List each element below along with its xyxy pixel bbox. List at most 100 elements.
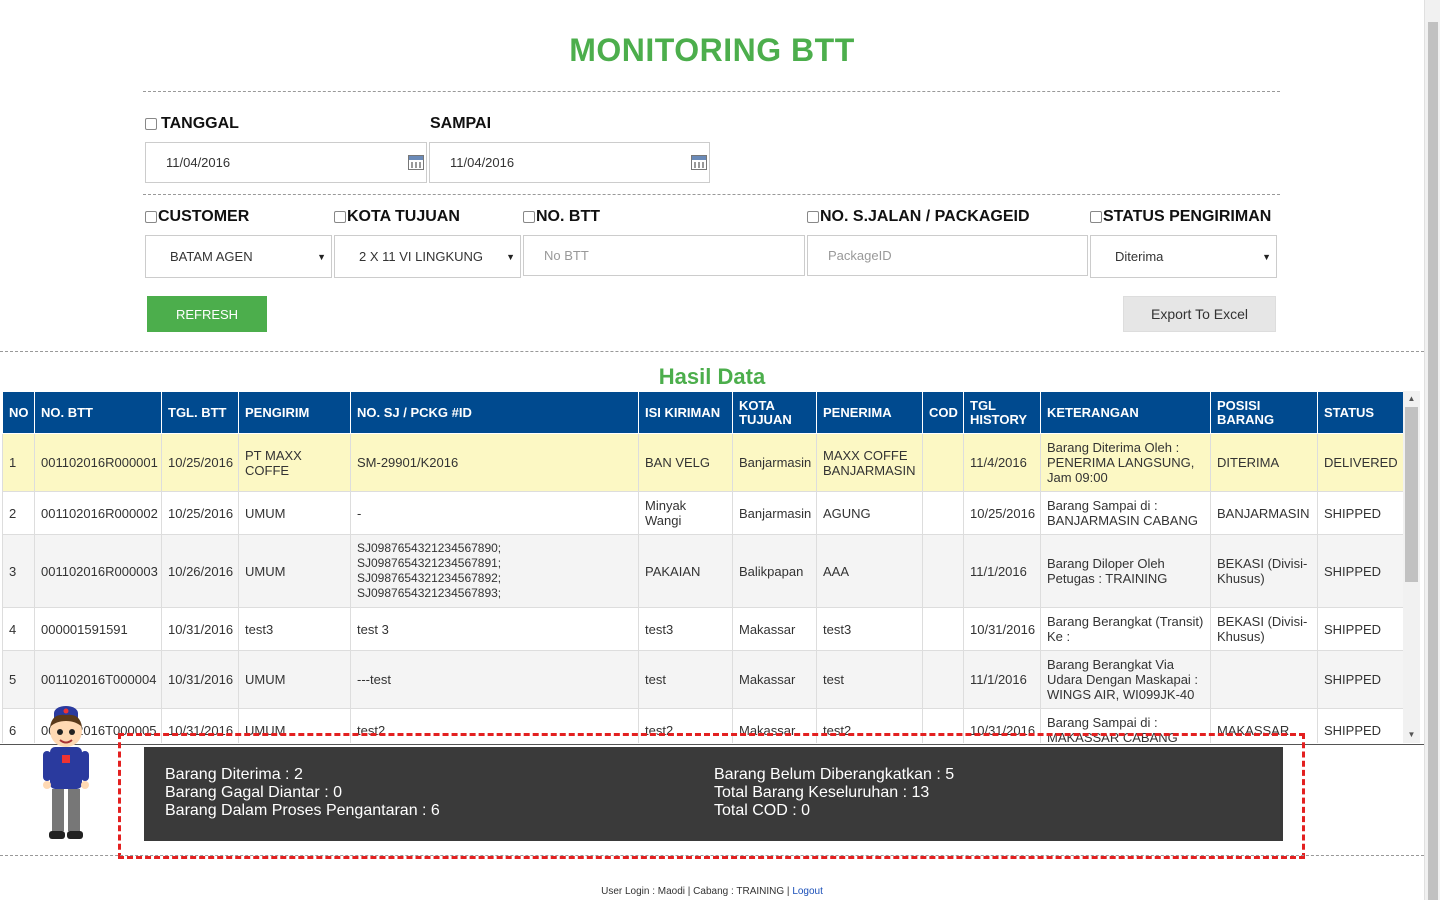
cell-kota: Banjarmasin xyxy=(732,433,817,492)
sjalan-checkbox[interactable] xyxy=(807,211,819,223)
status-select[interactable]: Diterima ▼ xyxy=(1090,235,1277,278)
table-row[interactable]: 2 001102016R000002 10/25/2016 UMUM - Minyak W… xyxy=(2,491,1404,535)
nobtt-label: NO. BTT xyxy=(536,208,600,225)
sampai-date-input[interactable]: 11/04/2016 xyxy=(429,142,710,183)
status-select-value: Diterima xyxy=(1115,249,1164,264)
cell-tglbtt: 10/26/2016 xyxy=(161,534,239,608)
cell-no: 6 xyxy=(2,708,35,743)
tanggal-checkbox[interactable] xyxy=(145,118,157,130)
table-scrollbar[interactable]: ▲ ▼ xyxy=(1403,391,1420,743)
kota-filter[interactable]: KOTA TUJUAN xyxy=(334,208,460,226)
table-row[interactable]: 3 001102016R000003 10/26/2016 UMUM SJ0987654… xyxy=(2,534,1404,608)
refresh-button[interactable]: REFRESH xyxy=(147,296,267,332)
calendar-icon[interactable] xyxy=(691,155,707,170)
cell-nosj: ---test xyxy=(350,650,639,709)
col-header-kota[interactable]: KOTA TUJUAN xyxy=(732,391,817,434)
col-header-tglhistory[interactable]: TGL HISTORY xyxy=(963,391,1041,434)
summary-total: Total Barang Keseluruhan : 13 xyxy=(714,784,930,801)
scroll-up-icon[interactable]: ▲ xyxy=(1403,391,1420,407)
nobtt-input[interactable]: No BTT xyxy=(523,235,805,276)
cell-status: SHIPPED xyxy=(1317,607,1404,651)
cell-posisi: BEKASI (Divisi-Khusus) xyxy=(1210,534,1318,608)
results-table-container[interactable]: NO NO. BTT TGL. BTT PENGIRIM NO. SJ / PC… xyxy=(2,391,1420,743)
col-header-nobtt[interactable]: NO. BTT xyxy=(34,391,162,434)
cell-cod xyxy=(922,433,964,492)
nobtt-checkbox[interactable] xyxy=(523,211,535,223)
table-header-row: NO NO. BTT TGL. BTT PENGIRIM NO. SJ / PC… xyxy=(2,391,1404,434)
kota-select[interactable]: 2 X 11 VI LINGKUNG ▼ xyxy=(334,235,521,278)
cell-no: 1 xyxy=(2,433,35,492)
table-row[interactable]: 1 001102016R000001 10/25/2016 PT MAXX COFFE… xyxy=(2,433,1404,492)
col-header-penerima[interactable]: PENERIMA xyxy=(816,391,923,434)
tanggal-filter[interactable]: TANGGAL xyxy=(145,115,239,133)
cell-no: 5 xyxy=(2,650,35,709)
export-excel-button[interactable]: Export To Excel xyxy=(1123,296,1276,332)
logout-link[interactable]: Logout xyxy=(792,886,823,897)
footer-user-info: User Login : Maodi | Cabang : TRAINING | xyxy=(601,886,790,897)
cell-kota: Makassar xyxy=(732,650,817,709)
customer-filter[interactable]: CUSTOMER xyxy=(145,208,249,226)
cell-keterangan: Barang Sampai di : BANJARMASIN CABANG xyxy=(1040,491,1211,535)
summary-panel: Barang Diterima : 2 Barang Gagal Diantar… xyxy=(144,747,1283,841)
col-header-keterangan[interactable]: KETERANGAN xyxy=(1040,391,1211,434)
table-row[interactable]: 5 001102016T000004 10/31/2016 UMUM ---test te… xyxy=(2,650,1404,709)
sampai-label: SAMPAI xyxy=(430,115,492,132)
nobtt-filter[interactable]: NO. BTT xyxy=(523,208,600,226)
cell-isi: test3 xyxy=(638,607,733,651)
cell-keterangan: Barang Berangkat (Transit) Ke : xyxy=(1040,607,1211,651)
customer-select[interactable]: BATAM AGEN ▼ xyxy=(145,235,332,278)
col-header-no[interactable]: NO xyxy=(2,391,35,434)
cell-tglhistory: 11/4/2016 xyxy=(963,433,1041,492)
kota-checkbox[interactable] xyxy=(334,211,346,223)
summary-proses: Barang Dalam Proses Pengantaran : 6 xyxy=(165,802,440,819)
sjalan-label: NO. S.JALAN / PACKAGEID xyxy=(820,208,1030,225)
cell-tglbtt: 10/31/2016 xyxy=(161,607,239,651)
cell-tglbtt: 10/25/2016 xyxy=(161,433,239,492)
cell-status: SHIPPED xyxy=(1317,491,1404,535)
scroll-down-icon[interactable]: ▼ xyxy=(1403,727,1420,743)
divider xyxy=(143,91,1280,92)
table-row[interactable]: 4 000001591591 10/31/2016 test3 test 3 test3 M… xyxy=(2,607,1404,651)
col-header-status[interactable]: STATUS xyxy=(1317,391,1404,434)
cell-tglhistory: 11/1/2016 xyxy=(963,650,1041,709)
cell-pengirim: UMUM xyxy=(238,650,351,709)
kota-label: KOTA TUJUAN xyxy=(347,208,460,225)
cell-isi: Minyak Wangi xyxy=(638,491,733,535)
col-header-cod[interactable]: COD xyxy=(922,391,964,434)
summary-belum: Barang Belum Diberangkatkan : 5 xyxy=(714,766,955,783)
col-header-tglbtt[interactable]: TGL. BTT xyxy=(161,391,239,434)
calendar-icon[interactable] xyxy=(408,155,424,170)
customer-checkbox[interactable] xyxy=(145,211,157,223)
footer: User Login : Maodi | Cabang : TRAINING |… xyxy=(0,886,1424,897)
col-header-nosj[interactable]: NO. SJ / PCKG #ID xyxy=(350,391,639,434)
cell-nobtt: 001102016R000002 xyxy=(34,491,162,535)
status-filter[interactable]: STATUS PENGIRIMAN xyxy=(1090,208,1271,226)
page-scrollbar-thumb[interactable] xyxy=(1428,22,1438,900)
summary-col-left: Barang Diterima : 2 Barang Gagal Diantar… xyxy=(165,766,440,820)
sjalan-filter[interactable]: NO. S.JALAN / PACKAGEID xyxy=(807,208,1030,226)
results-title: Hasil Data xyxy=(658,364,766,389)
summary-diterima: Barang Diterima : 2 xyxy=(165,766,303,783)
customer-select-value: BATAM AGEN xyxy=(170,249,253,264)
nobtt-placeholder: No BTT xyxy=(544,248,589,263)
table-scrollbar-thumb[interactable] xyxy=(1405,407,1418,582)
cell-posisi: BANJARMASIN xyxy=(1210,491,1318,535)
cell-cod xyxy=(922,607,964,651)
chevron-down-icon: ▼ xyxy=(1262,251,1271,262)
cell-penerima: test3 xyxy=(816,607,923,651)
status-checkbox[interactable] xyxy=(1090,211,1102,223)
packageid-input[interactable]: PackageID xyxy=(807,235,1088,276)
cell-tglbtt: 10/25/2016 xyxy=(161,491,239,535)
customer-label: CUSTOMER xyxy=(158,208,250,225)
col-header-isi[interactable]: ISI KIRIMAN xyxy=(638,391,733,434)
cell-tglhistory: 11/1/2016 xyxy=(963,534,1041,608)
cell-tglhistory: 10/31/2016 xyxy=(963,607,1041,651)
col-header-posisi[interactable]: POSISI BARANG xyxy=(1210,391,1318,434)
page-scrollbar[interactable] xyxy=(1424,0,1440,900)
col-header-pengirim[interactable]: PENGIRIM xyxy=(238,391,351,434)
cell-penerima: MAXX COFFE BANJARMASIN xyxy=(816,433,923,492)
tanggal-date-input[interactable]: 11/04/2016 xyxy=(145,142,427,183)
page: MONITORING BTT TANGGAL SAMPAI 11/04/2016… xyxy=(0,0,1440,900)
cell-nobtt: 001102016R000001 xyxy=(34,433,162,492)
summary-cod: Total COD : 0 xyxy=(714,802,811,819)
